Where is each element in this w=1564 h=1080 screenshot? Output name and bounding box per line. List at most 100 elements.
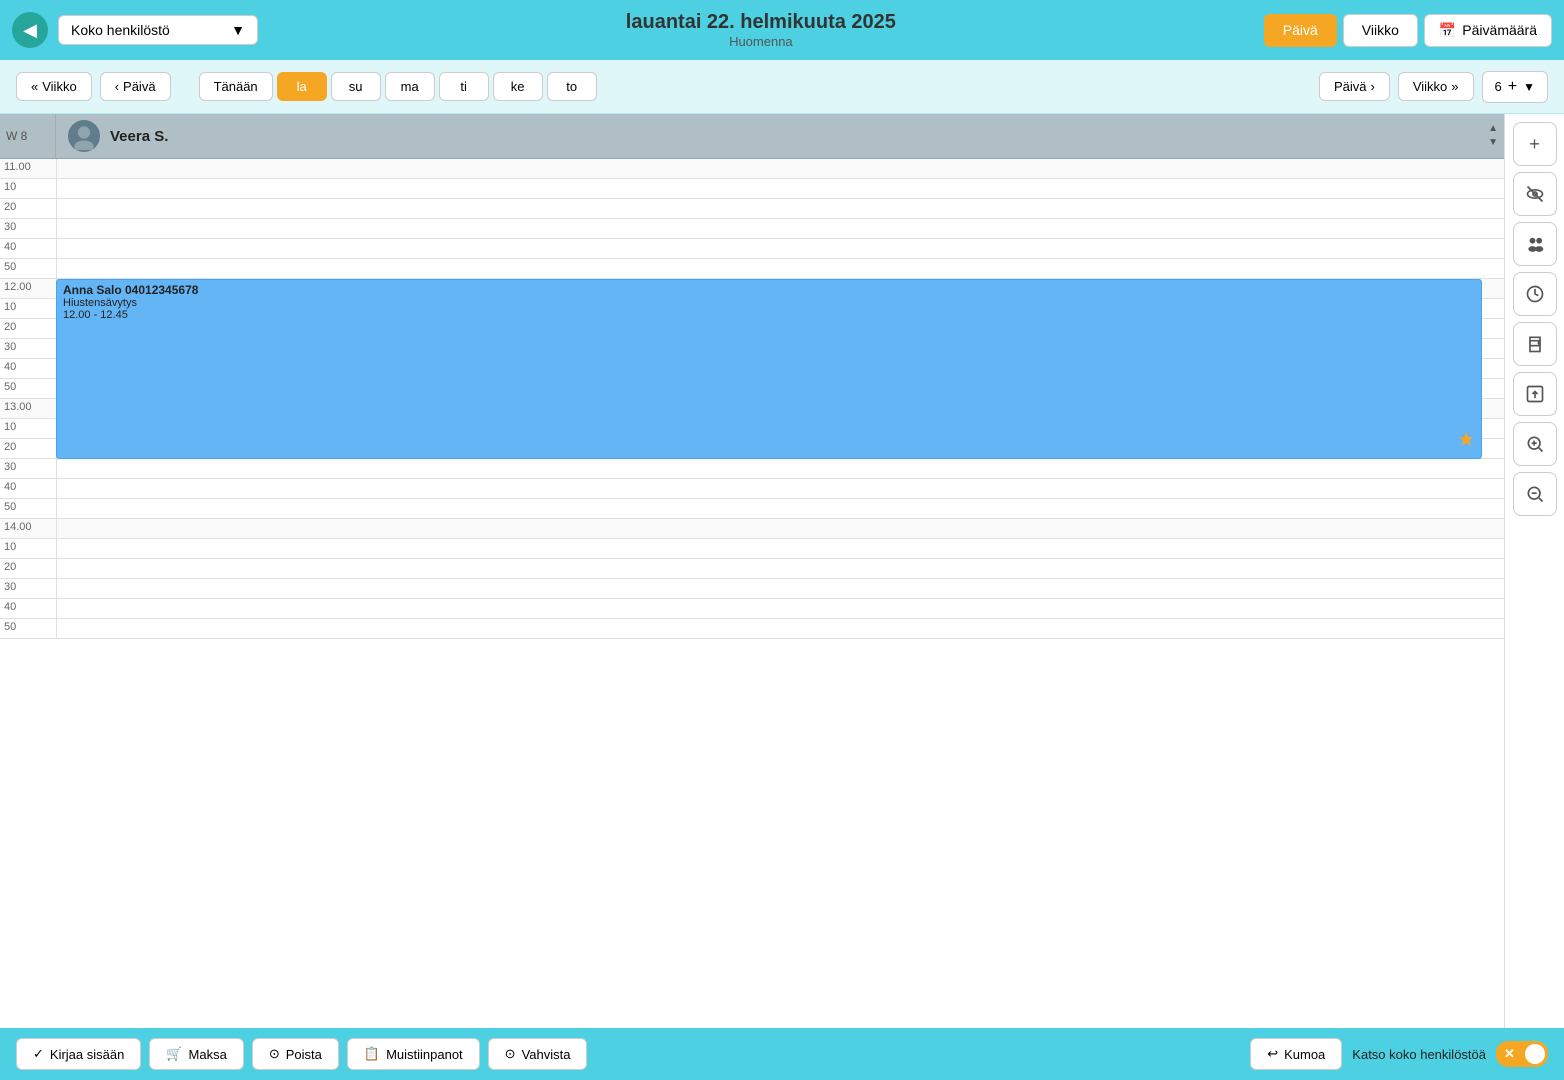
time-row-1110: 10 [0, 179, 1504, 199]
time-content-1410 [56, 539, 1504, 558]
calendar-icon: 📅 [1439, 22, 1456, 39]
zoom-out-button[interactable] [1513, 472, 1557, 516]
export-button[interactable] [1513, 372, 1557, 416]
time-row-1150: 50 [0, 259, 1504, 279]
time-label-1130: 30 [0, 219, 56, 238]
zoom-plus-button[interactable]: + [1508, 78, 1517, 96]
time-label-1410: 10 [0, 539, 56, 558]
right-sidebar: + [1504, 114, 1564, 1028]
hide-button[interactable] [1513, 172, 1557, 216]
tab-su[interactable]: su [331, 72, 381, 101]
right-viikko-button[interactable]: Viikko » [1398, 72, 1474, 101]
notes-icon: 📋 [364, 1046, 380, 1062]
maksa-button[interactable]: 🛒 Maksa [149, 1038, 243, 1070]
vahvista-button[interactable]: ⊙ Vahvista [488, 1038, 588, 1070]
toggle-label: Katso koko henkilöstöä [1352, 1047, 1486, 1062]
toggle-switch[interactable]: ✕ [1496, 1041, 1548, 1067]
paiva-nav-label: Päivä [123, 79, 156, 94]
time-content-1450 [56, 619, 1504, 638]
time-row-1410: 10 [0, 539, 1504, 559]
zoom-number: 6 [1495, 79, 1502, 94]
staff-dropdown[interactable]: Koko henkilöstö ▼ [58, 15, 258, 45]
viikko-nav-label: Viikko [42, 79, 76, 94]
bottom-bar: ✓ Kirjaa sisään 🛒 Maksa ⊙ Poista 📋 Muist… [0, 1028, 1564, 1080]
prev-week-icon: « [31, 79, 38, 94]
paivamaara-label: Päivämäärä [1462, 22, 1537, 38]
time-content-1130 [56, 219, 1504, 238]
time-content-1340 [56, 479, 1504, 498]
prev-week-button[interactable]: « Viikko [16, 72, 92, 101]
tab-to[interactable]: to [547, 72, 597, 101]
time-label-1210: 10 [0, 299, 56, 318]
time-label-1140: 40 [0, 239, 56, 258]
time-content-1350 [56, 499, 1504, 518]
calendar-area: W 8 Veera S. ▲ ▼ [0, 114, 1504, 1028]
dropdown-arrow-icon: ▼ [231, 22, 245, 38]
poista-label: Poista [286, 1047, 322, 1062]
time-row-1440: 40 [0, 599, 1504, 619]
right-paiva-label: Päivä [1334, 79, 1367, 94]
staff-dropdown-label: Koko henkilöstö [71, 22, 170, 38]
zoom-dropdown-button[interactable]: ▼ [1523, 80, 1535, 94]
kumoa-button[interactable]: ↩ Kumoa [1250, 1038, 1342, 1070]
time-row-1420: 20 [0, 559, 1504, 579]
tab-ma[interactable]: ma [385, 72, 435, 101]
time-label-1200: 12.00 [0, 279, 56, 298]
time-label-1350: 50 [0, 499, 56, 518]
confirm-icon: ⊙ [505, 1046, 516, 1062]
tab-la[interactable]: la [277, 72, 327, 101]
scroll-down-icon[interactable]: ▼ [1488, 136, 1498, 150]
vahvista-label: Vahvista [522, 1047, 571, 1062]
tab-ke[interactable]: ke [493, 72, 543, 101]
week-number: W 8 [0, 114, 56, 158]
add-button[interactable]: + [1513, 122, 1557, 166]
print-button[interactable] [1513, 322, 1557, 366]
time-content-1440 [56, 599, 1504, 618]
time-content-1150 [56, 259, 1504, 278]
muistiinpanot-label: Muistiinpanot [386, 1047, 463, 1062]
clock-button[interactable] [1513, 272, 1557, 316]
poista-button[interactable]: ⊙ Poista [252, 1038, 339, 1070]
time-row-1330: 30 [0, 459, 1504, 479]
time-grid[interactable]: 11.00 10 20 30 40 50 [0, 159, 1504, 1028]
time-row-1340: 40 [0, 479, 1504, 499]
muistiinpanot-button[interactable]: 📋 Muistiinpanot [347, 1038, 480, 1070]
day-tabs: Tänään la su ma ti ke to [199, 72, 597, 101]
cart-icon: 🛒 [166, 1046, 182, 1062]
time-label-1300: 13.00 [0, 399, 56, 418]
group-button[interactable] [1513, 222, 1557, 266]
time-content-1100 [56, 159, 1504, 178]
time-label-1320: 20 [0, 439, 56, 458]
time-label-1310: 10 [0, 419, 56, 438]
staff-header-row: Veera S. ▲ ▼ [56, 114, 1504, 158]
back-button[interactable]: ◀ [12, 12, 48, 48]
tab-ti[interactable]: ti [439, 72, 489, 101]
zoom-control: 6 + ▼ [1482, 71, 1548, 103]
tab-tanaan[interactable]: Tänään [199, 72, 273, 101]
time-label-1450: 50 [0, 619, 56, 638]
kirjaa-button[interactable]: ✓ Kirjaa sisään [16, 1038, 141, 1070]
time-row-1120: 20 [0, 199, 1504, 219]
right-paiva-button[interactable]: Päivä › [1319, 72, 1390, 101]
prev-day-button[interactable]: ‹ Päivä [100, 72, 171, 101]
scroll-arrows: ▲ ▼ [1488, 114, 1498, 158]
viikko-view-button[interactable]: Viikko [1343, 14, 1418, 47]
toggle-section: ↩ Kumoa Katso koko henkilöstöä ✕ [1250, 1038, 1548, 1070]
paiva-view-button[interactable]: Päivä [1264, 14, 1337, 47]
time-label-1340: 40 [0, 479, 56, 498]
appointment-block[interactable]: Anna Salo 04012345678 Hiustensävytys 12.… [56, 279, 1482, 459]
staff-name: Veera S. [110, 128, 168, 145]
time-label-1440: 40 [0, 599, 56, 618]
toggle-x-icon: ✕ [1504, 1046, 1515, 1062]
right-viikko-label: Viikko [1413, 79, 1447, 94]
time-label-1240: 40 [0, 359, 56, 378]
time-content-1110 [56, 179, 1504, 198]
time-row-1140: 40 [0, 239, 1504, 259]
scroll-up-icon[interactable]: ▲ [1488, 122, 1498, 136]
time-row-1350: 50 [0, 499, 1504, 519]
time-label-1430: 30 [0, 579, 56, 598]
zoom-in-button[interactable] [1513, 422, 1557, 466]
paivamaara-button[interactable]: 📅 Päivämäärä [1424, 14, 1552, 47]
appointment-time: 12.00 - 12.45 [63, 309, 1475, 321]
time-row-1100: 11.00 [0, 159, 1504, 179]
